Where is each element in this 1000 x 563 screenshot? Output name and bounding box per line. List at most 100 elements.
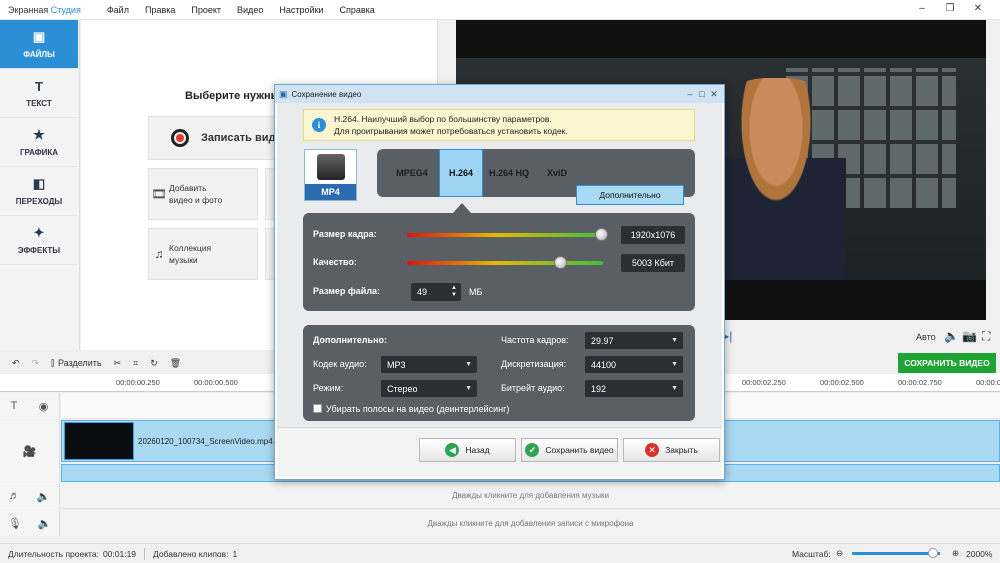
menu-file[interactable]: Файл [107,5,129,15]
minimize-icon[interactable]: – [908,3,936,14]
codec-h264-hq[interactable]: H.264 HQ [487,149,531,197]
dialog-maximize-icon[interactable]: □ [696,89,708,100]
more-settings-button[interactable]: Дополнительно [576,185,684,205]
sidebar-item-transitions[interactable]: ◧ ПЕРЕХОДЫ [0,167,78,216]
codec-h264[interactable]: H.264 [439,149,483,197]
panel-heading: Выберите нужны [185,90,281,102]
volume-icon[interactable]: 🔈 [944,329,959,343]
fps-label: Частота кадров: [501,335,569,345]
camera-icon[interactable]: 📷 [962,329,977,343]
spinner-icon[interactable]: ▲ ▼ [451,285,457,299]
quality-slider-handle[interactable] [553,256,567,269]
audio-codec-select[interactable]: MP3 ▼ [381,356,477,373]
cut-icon[interactable]: ✂ [114,358,122,369]
maximize-icon[interactable]: ❐ [936,3,964,14]
save-button[interactable]: ✔ Сохранить видео [521,438,618,462]
quality-label: Качество: [313,257,357,267]
video-camera-icon: 🎥 [22,445,37,458]
menu-video[interactable]: Видео [237,5,263,15]
info-line2: Для проигрывания может потребоваться уст… [334,126,568,136]
codec-mpeg4[interactable]: MPEG4 [387,149,437,197]
split-icon[interactable]: ⫿ [51,358,54,369]
save-video-dialog: ▣ Сохранение видео – □ ✕ i H.264. Наилуч… [274,84,725,480]
zoom-in-icon[interactable]: ⊕ [952,548,959,559]
menu-settings[interactable]: Настройки [279,5,323,15]
chevron-down-icon: ▼ [671,385,678,392]
app-title: Экранная Студия [8,4,81,15]
dialog-minimize-icon[interactable]: – [684,89,696,100]
file-size-unit: МБ [469,287,483,297]
frame-size-value[interactable]: 1920x1076 [621,226,685,244]
undo-icon[interactable]: ↶ [12,358,20,369]
duration-label: Длительность проекта: [8,548,99,559]
menu-help[interactable]: Справка [339,5,374,15]
music-hint: Дважды кликните для добавления музыки [452,491,609,500]
fullscreen-icon[interactable]: ⛶ [982,329,990,344]
zoom-slider-handle[interactable] [927,548,938,558]
quality-slider[interactable] [407,261,603,265]
sidebar-item-label: ЭФФЕКТЫ [17,246,61,255]
back-button[interactable]: ◀ Назад [419,438,516,462]
zoom-slider[interactable] [852,552,940,555]
sidebar-item-label: ГРАФИКА [20,148,58,157]
redo-icon[interactable]: ↷ [32,358,40,369]
sidebar-item-label: ПЕРЕХОДЫ [15,197,63,206]
sample-rate-label: Дискретизация: [501,359,567,369]
frame-size-slider-handle[interactable] [595,228,609,241]
record-video-tile[interactable]: Записать вид [148,116,288,160]
chevron-down-icon: ▼ [671,361,678,368]
crop-icon[interactable]: ⌗ [133,358,138,369]
record-icon [171,129,189,147]
quality-auto[interactable]: Авто [916,332,936,342]
status-bar: Длительность проекта: 00:01:19 Добавлено… [0,543,1000,563]
frame-size-slider[interactable] [407,233,603,237]
sidebar-item-files[interactable]: ▣ ФАЙЛЫ [0,20,78,69]
clips-value: 1 [232,548,238,559]
deinterlace-label: Убирать полосы на видео (деинтерлейсинг) [326,404,510,414]
ruler-tick: 00:00:02.750 [898,378,942,387]
sample-rate-select[interactable]: 44100 ▼ [585,356,683,373]
audio-bitrate-select[interactable]: 192 ▼ [585,380,683,397]
zoom-out-icon[interactable]: ⊖ [836,548,843,559]
rotate-icon[interactable]: ↻ [150,358,158,369]
quality-value[interactable]: 5003 Кбит [621,254,685,272]
eye-icon[interactable]: ◉ [39,400,49,413]
chevron-down-icon: ▼ [465,361,472,368]
add-media-line1: Добавить [169,183,207,193]
delete-icon[interactable]: 🗑 [170,358,181,369]
sidebar-item-effects[interactable]: ✦ ЭФФЕКТЫ [0,216,78,265]
video-clip[interactable]: 20260120_100734_ScreenVideo.mp4 [64,421,279,461]
close-button[interactable]: ✕ Закрыть [623,438,720,462]
duration-value: 00:01:19 [102,548,137,559]
file-size-input[interactable]: 49 ▲ ▼ [411,283,461,301]
menu-project[interactable]: Проект [191,5,221,15]
ruler-tick: 00:00:03.000 [976,378,1000,387]
frame-size-label: Размер кадра: [313,229,377,239]
sidebar-item-graphics[interactable]: ★ ГРАФИКА [0,118,78,167]
deinterlace-checkbox[interactable] [313,404,322,413]
video-settings-panel: Размер кадра: 1920x1076 Качество: 5003 К… [303,213,695,311]
mode-value: Стерео [387,383,418,394]
split-button[interactable]: Разделить [58,358,102,368]
format-mp4[interactable]: MP4 [304,149,357,201]
dialog-title: Сохранение видео [291,89,362,99]
codec-xvid[interactable]: XviD [535,149,579,197]
checkmark-icon: ✔ [525,443,540,457]
dialog-close-icon[interactable]: ✕ [708,89,720,100]
mode-select[interactable]: Стерео ▼ [381,380,477,397]
ruler-tick: 00:00:02.250 [742,378,786,387]
text-track-header: T ◉ [0,393,60,419]
save-video-button[interactable]: СОХРАНИТЬ ВИДЕО [898,353,996,373]
speaker-icon[interactable]: 🔈 [37,490,51,503]
microphone-track[interactable]: Дважды кликните для добавления записи с … [61,510,1000,536]
music-collection-tile[interactable]: ♫ Коллекция музыки [148,228,258,280]
fps-select[interactable]: 29.97 ▼ [585,332,683,349]
menu-edit[interactable]: Правка [145,5,175,15]
audio-codec-label: Кодек аудио: [313,359,367,369]
close-window-icon[interactable]: ✕ [964,3,992,14]
sidebar-item-text[interactable]: T ТЕКСТ [0,69,78,118]
fps-value: 29.97 [591,335,614,346]
music-track[interactable]: Дважды кликните для добавления музыки [61,483,1000,509]
speaker-icon[interactable]: 🔈 [37,517,51,530]
add-media-tile[interactable]: 🎞 Добавить видео и фото [148,168,258,220]
